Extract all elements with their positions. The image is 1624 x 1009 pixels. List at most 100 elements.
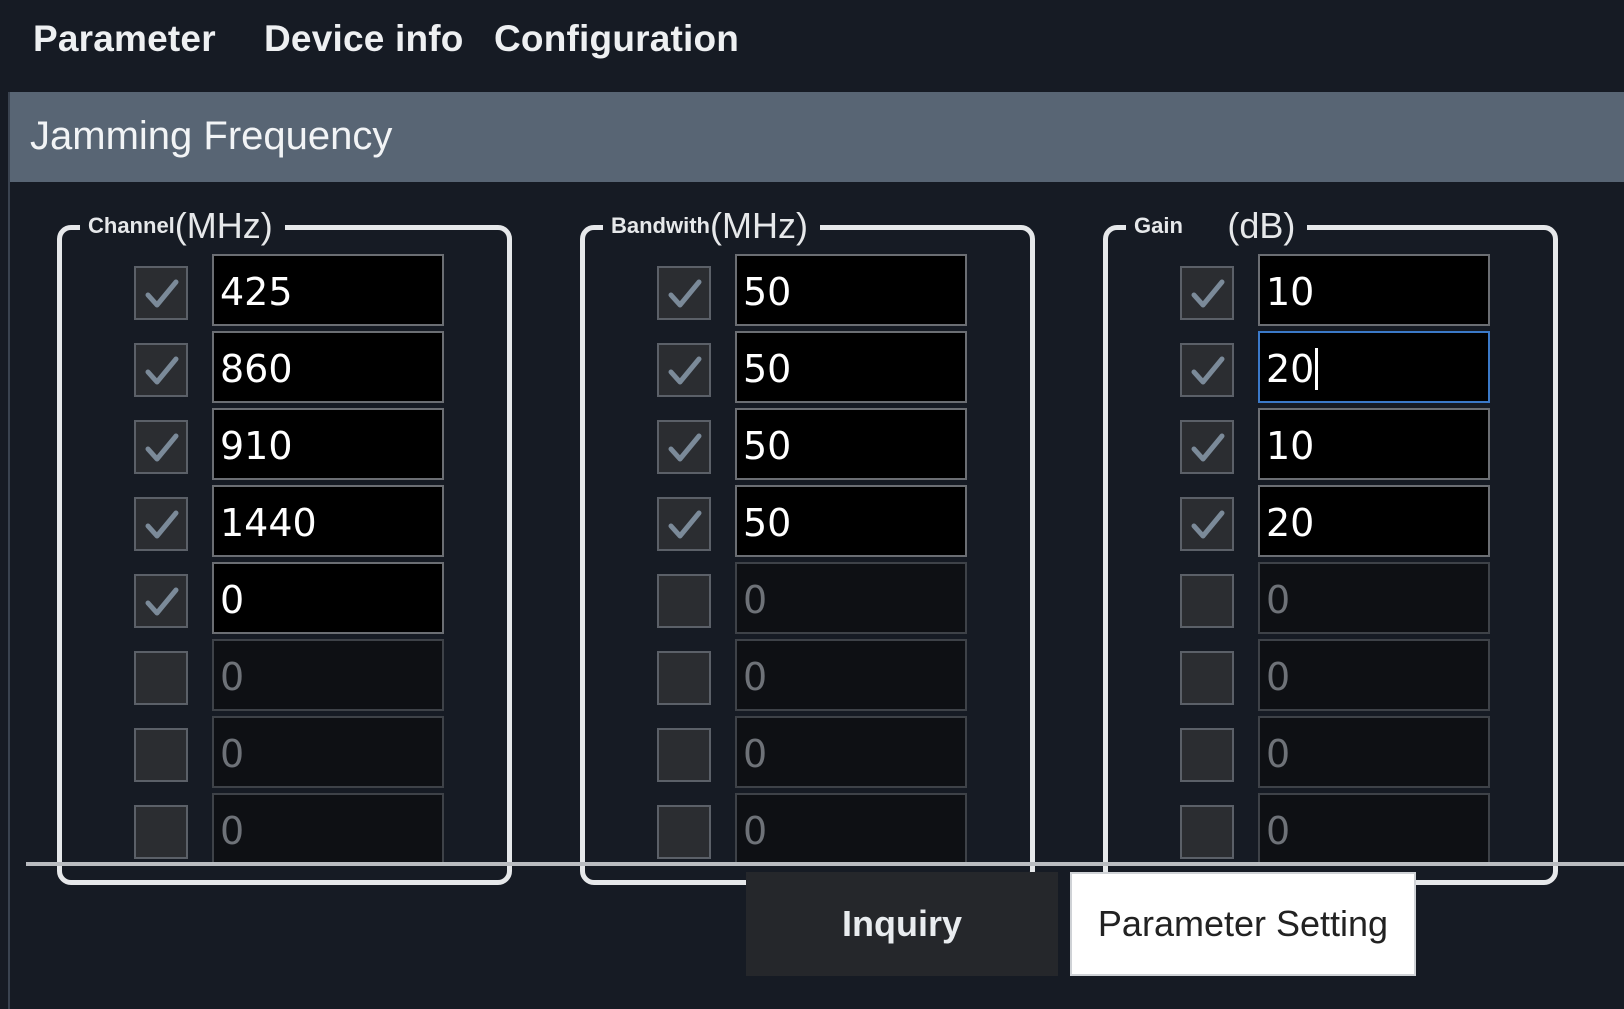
bandwidth-value-input[interactable]: 0 <box>735 793 967 865</box>
channel-checkbox[interactable] <box>134 728 188 782</box>
bandwidth-value-input[interactable]: 0 <box>735 562 967 634</box>
menu-item-device-info[interactable]: Device info <box>264 18 464 60</box>
bandwidth-row: 0 <box>657 716 987 788</box>
channel-value-input[interactable]: 425 <box>212 254 444 326</box>
bandwidth-checkbox[interactable] <box>657 497 711 551</box>
menu-item-parameter[interactable]: Parameter <box>33 18 216 60</box>
gain-row: 10 <box>1180 408 1510 480</box>
channel-value-text: 0 <box>220 732 245 776</box>
bandwidth-value-text: 0 <box>743 578 768 622</box>
channel-value-text: 0 <box>220 578 245 622</box>
bandwidth-title-unit: (MHz) <box>710 205 808 246</box>
bandwidth-checkbox[interactable] <box>657 728 711 782</box>
channel-value-text: 910 <box>220 424 293 468</box>
gain-value-input[interactable]: 0 <box>1258 562 1490 634</box>
inquiry-button[interactable]: Inquiry <box>746 872 1058 976</box>
channel-value-input[interactable]: 910 <box>212 408 444 480</box>
channel-value-input[interactable]: 0 <box>212 716 444 788</box>
gain-checkbox[interactable] <box>1180 728 1234 782</box>
channel-value-text: 425 <box>220 270 293 314</box>
channel-value-text: 0 <box>220 655 245 699</box>
gain-checkbox[interactable] <box>1180 497 1234 551</box>
bandwidth-checkbox[interactable] <box>657 651 711 705</box>
bandwidth-value-input[interactable]: 50 <box>735 331 967 403</box>
gain-checkbox[interactable] <box>1180 651 1234 705</box>
bandwidth-value-text: 50 <box>743 501 792 545</box>
bandwidth-row: 50 <box>657 485 987 557</box>
gain-checkbox[interactable] <box>1180 420 1234 474</box>
channel-value-input[interactable]: 0 <box>212 562 444 634</box>
bandwidth-checkbox[interactable] <box>657 574 711 628</box>
bandwidth-row: 0 <box>657 562 987 634</box>
gain-group-title: Gain (dB) <box>1126 205 1308 247</box>
channel-title-unit: (MHz) <box>174 205 273 246</box>
gain-value-text: 10 <box>1266 424 1315 468</box>
jamming-frequency-panel: Jamming Frequency Channel(MHz) 425 860 910… <box>8 92 1624 1009</box>
channel-value-input[interactable]: 860 <box>212 331 444 403</box>
channel-checkbox[interactable] <box>134 574 188 628</box>
bandwidth-group-title: Bandwith(MHz) <box>603 205 820 247</box>
channel-value-text: 1440 <box>220 501 317 545</box>
channel-row: 0 <box>134 562 464 634</box>
check-icon <box>668 356 702 385</box>
channel-checkbox[interactable] <box>134 266 188 320</box>
gain-value-input[interactable]: 20 <box>1258 485 1490 557</box>
gain-value-input[interactable]: 10 <box>1258 408 1490 480</box>
bandwidth-value-text: 0 <box>743 732 768 776</box>
parameter-setting-button[interactable]: Parameter Setting <box>1070 872 1416 976</box>
check-icon <box>145 587 179 616</box>
gain-value-text: 0 <box>1266 578 1291 622</box>
channel-value-input[interactable]: 0 <box>212 639 444 711</box>
gain-value-input[interactable]: 10 <box>1258 254 1490 326</box>
channel-row: 425 <box>134 254 464 326</box>
bandwidth-value-text: 50 <box>743 347 792 391</box>
gain-row: 20 <box>1180 331 1510 403</box>
gain-title-unit: (dB) <box>1227 205 1296 246</box>
gain-value-input[interactable]: 0 <box>1258 639 1490 711</box>
gain-title-label: Gain <box>1134 213 1183 238</box>
bandwidth-row: 0 <box>657 639 987 711</box>
channel-checkbox[interactable] <box>134 420 188 474</box>
channel-row: 860 <box>134 331 464 403</box>
gain-checkbox[interactable] <box>1180 805 1234 859</box>
bandwidth-checkbox[interactable] <box>657 805 711 859</box>
bandwidth-row: 50 <box>657 408 987 480</box>
channel-row: 0 <box>134 793 464 865</box>
check-icon <box>145 356 179 385</box>
bandwidth-row: 50 <box>657 254 987 326</box>
bandwidth-checkbox[interactable] <box>657 420 711 474</box>
gain-value-input[interactable]: 20 <box>1258 331 1490 403</box>
channel-checkbox[interactable] <box>134 805 188 859</box>
bandwidth-title-label: Bandwith <box>611 213 710 238</box>
gain-checkbox[interactable] <box>1180 574 1234 628</box>
bandwidth-value-input[interactable]: 50 <box>735 408 967 480</box>
gain-group: Gain (dB) 10 20 10 20 0 0 0 0 <box>1103 206 1558 885</box>
gain-value-input[interactable]: 0 <box>1258 793 1490 865</box>
channel-checkbox[interactable] <box>134 651 188 705</box>
gain-value-input[interactable]: 0 <box>1258 716 1490 788</box>
bandwidth-row: 0 <box>657 793 987 865</box>
bandwidth-checkbox[interactable] <box>657 266 711 320</box>
gain-checkbox[interactable] <box>1180 266 1234 320</box>
channel-checkbox[interactable] <box>134 497 188 551</box>
gain-row: 20 <box>1180 485 1510 557</box>
check-icon <box>668 279 702 308</box>
menu-item-configuration[interactable]: Configuration <box>494 18 739 60</box>
channel-value-input[interactable]: 0 <box>212 793 444 865</box>
channel-checkbox[interactable] <box>134 343 188 397</box>
gain-value-text: 0 <box>1266 809 1291 853</box>
gain-row: 0 <box>1180 639 1510 711</box>
bandwidth-value-input[interactable]: 0 <box>735 639 967 711</box>
channel-value-input[interactable]: 1440 <box>212 485 444 557</box>
bandwidth-value-text: 0 <box>743 809 768 853</box>
check-icon <box>145 433 179 462</box>
bandwidth-row: 50 <box>657 331 987 403</box>
bandwidth-value-input[interactable]: 0 <box>735 716 967 788</box>
bandwidth-value-input[interactable]: 50 <box>735 254 967 326</box>
bandwidth-group: Bandwith(MHz) 50 50 50 50 0 0 0 0 <box>580 206 1035 885</box>
bandwidth-value-input[interactable]: 50 <box>735 485 967 557</box>
channel-group: Channel(MHz) 425 860 910 1440 0 0 0 0 <box>57 206 512 885</box>
bandwidth-checkbox[interactable] <box>657 343 711 397</box>
panel-header: Jamming Frequency <box>10 92 1624 182</box>
gain-checkbox[interactable] <box>1180 343 1234 397</box>
